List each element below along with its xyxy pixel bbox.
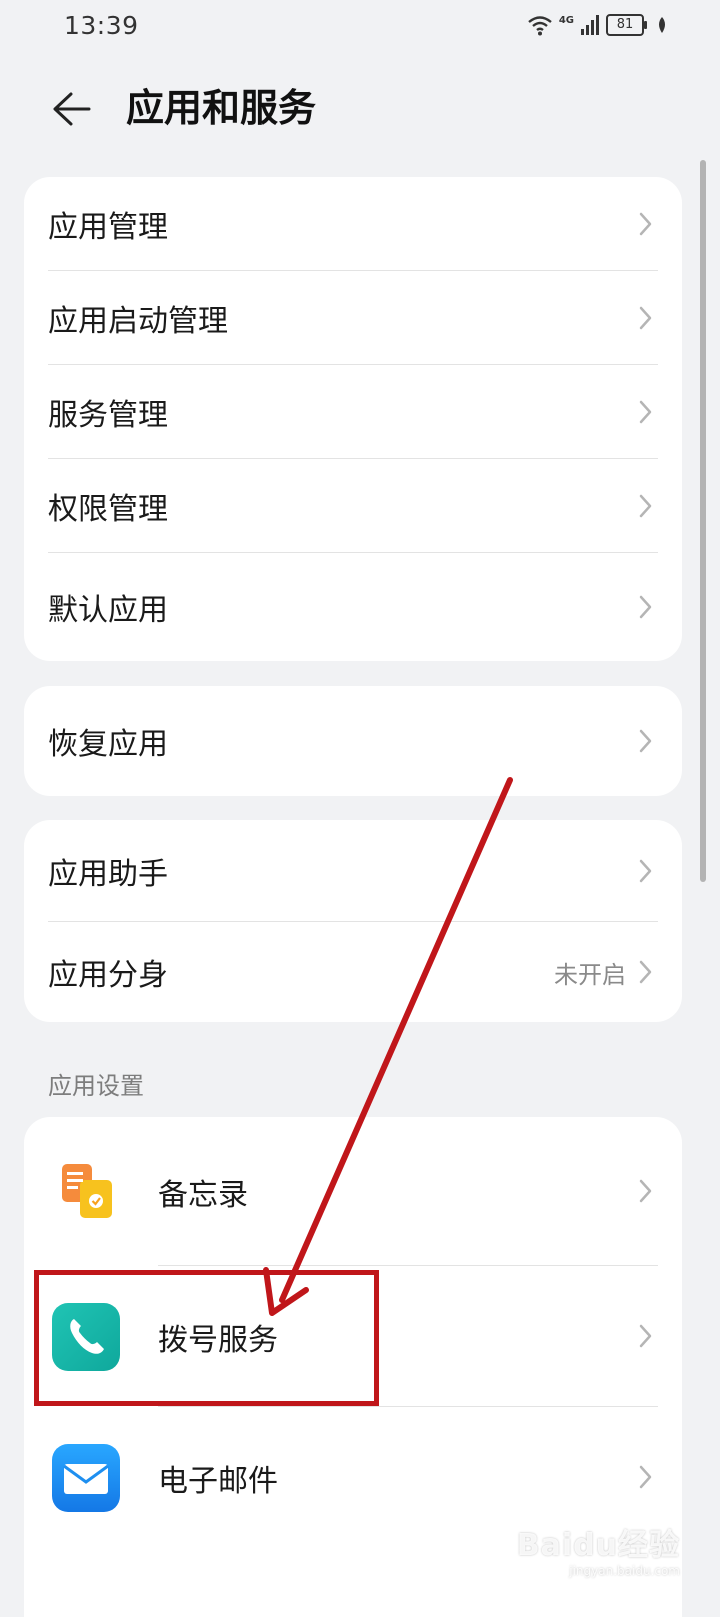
row-label: 应用分身 <box>48 958 168 993</box>
watermark-text: Baidu经验 <box>516 1528 680 1563</box>
row-label: 电子邮件 <box>158 1463 278 1499</box>
battery-icon: 81 <box>606 14 647 36</box>
row-label: 备忘录 <box>158 1177 248 1213</box>
chevron-right-icon <box>639 1179 652 1203</box>
chevron-right-icon <box>639 400 652 424</box>
chevron-right-icon <box>639 1465 652 1489</box>
signal-icon <box>581 15 599 35</box>
app-twin-status: 未开启 <box>554 960 626 989</box>
chevron-right-icon <box>639 960 652 984</box>
network-type: 4G <box>558 14 574 26</box>
row-label: 拨号服务 <box>158 1322 278 1358</box>
status-bar: 13:39 4G 81 <box>0 0 720 52</box>
watermark-sub: jingyan.baidu.com <box>569 1564 680 1578</box>
memo-icon <box>62 1163 112 1218</box>
wifi-icon <box>528 16 552 36</box>
row-label: 应用启动管理 <box>48 304 228 339</box>
settings-card-restore: 恢复应用 <box>24 686 682 796</box>
row-app-startup-management[interactable]: 应用启动管理 <box>24 271 682 365</box>
scrollbar[interactable] <box>700 160 706 882</box>
chevron-right-icon <box>639 494 652 518</box>
chevron-right-icon <box>639 306 652 330</box>
row-service-management[interactable]: 服务管理 <box>24 365 682 459</box>
chevron-right-icon <box>639 729 652 753</box>
phone-icon <box>52 1302 120 1371</box>
row-label: 应用助手 <box>48 857 168 892</box>
arrow-left-icon <box>53 92 91 126</box>
back-button[interactable] <box>46 84 96 134</box>
row-app-management[interactable]: 应用管理 <box>24 177 682 271</box>
status-icons: 4G 81 <box>527 12 668 38</box>
row-app-dialer-service[interactable]: 拨号服务 <box>24 1266 682 1407</box>
row-label: 默认应用 <box>48 593 168 628</box>
row-label: 恢复应用 <box>48 727 168 762</box>
row-app-assistant[interactable]: 应用助手 <box>24 820 682 922</box>
row-label: 应用管理 <box>48 210 168 245</box>
chevron-right-icon <box>639 595 652 619</box>
status-time: 13:39 <box>64 11 139 40</box>
settings-card-assistant: 应用助手 应用分身 未开启 <box>24 820 682 1022</box>
settings-card-manage: 应用管理 应用启动管理 服务管理 权限管理 默认应用 <box>24 177 682 661</box>
page-title: 应用和服务 <box>126 86 317 130</box>
chevron-right-icon <box>639 1324 652 1348</box>
section-title-app-settings: 应用设置 <box>48 1072 144 1100</box>
row-default-apps[interactable]: 默认应用 <box>24 553 682 661</box>
chevron-right-icon <box>639 212 652 236</box>
leaf-icon <box>659 17 665 33</box>
row-label: 服务管理 <box>48 398 168 433</box>
chevron-right-icon <box>639 859 652 883</box>
watermark: Baidu经验 jingyan.baidu.com <box>517 1520 680 1578</box>
row-app-memo[interactable]: 备忘录 <box>24 1117 682 1266</box>
email-icon <box>52 1443 120 1512</box>
row-restore-apps[interactable]: 恢复应用 <box>24 686 682 796</box>
row-app-twin[interactable]: 应用分身 未开启 <box>24 922 682 1022</box>
row-label: 权限管理 <box>48 492 168 527</box>
row-permission-management[interactable]: 权限管理 <box>24 459 682 553</box>
